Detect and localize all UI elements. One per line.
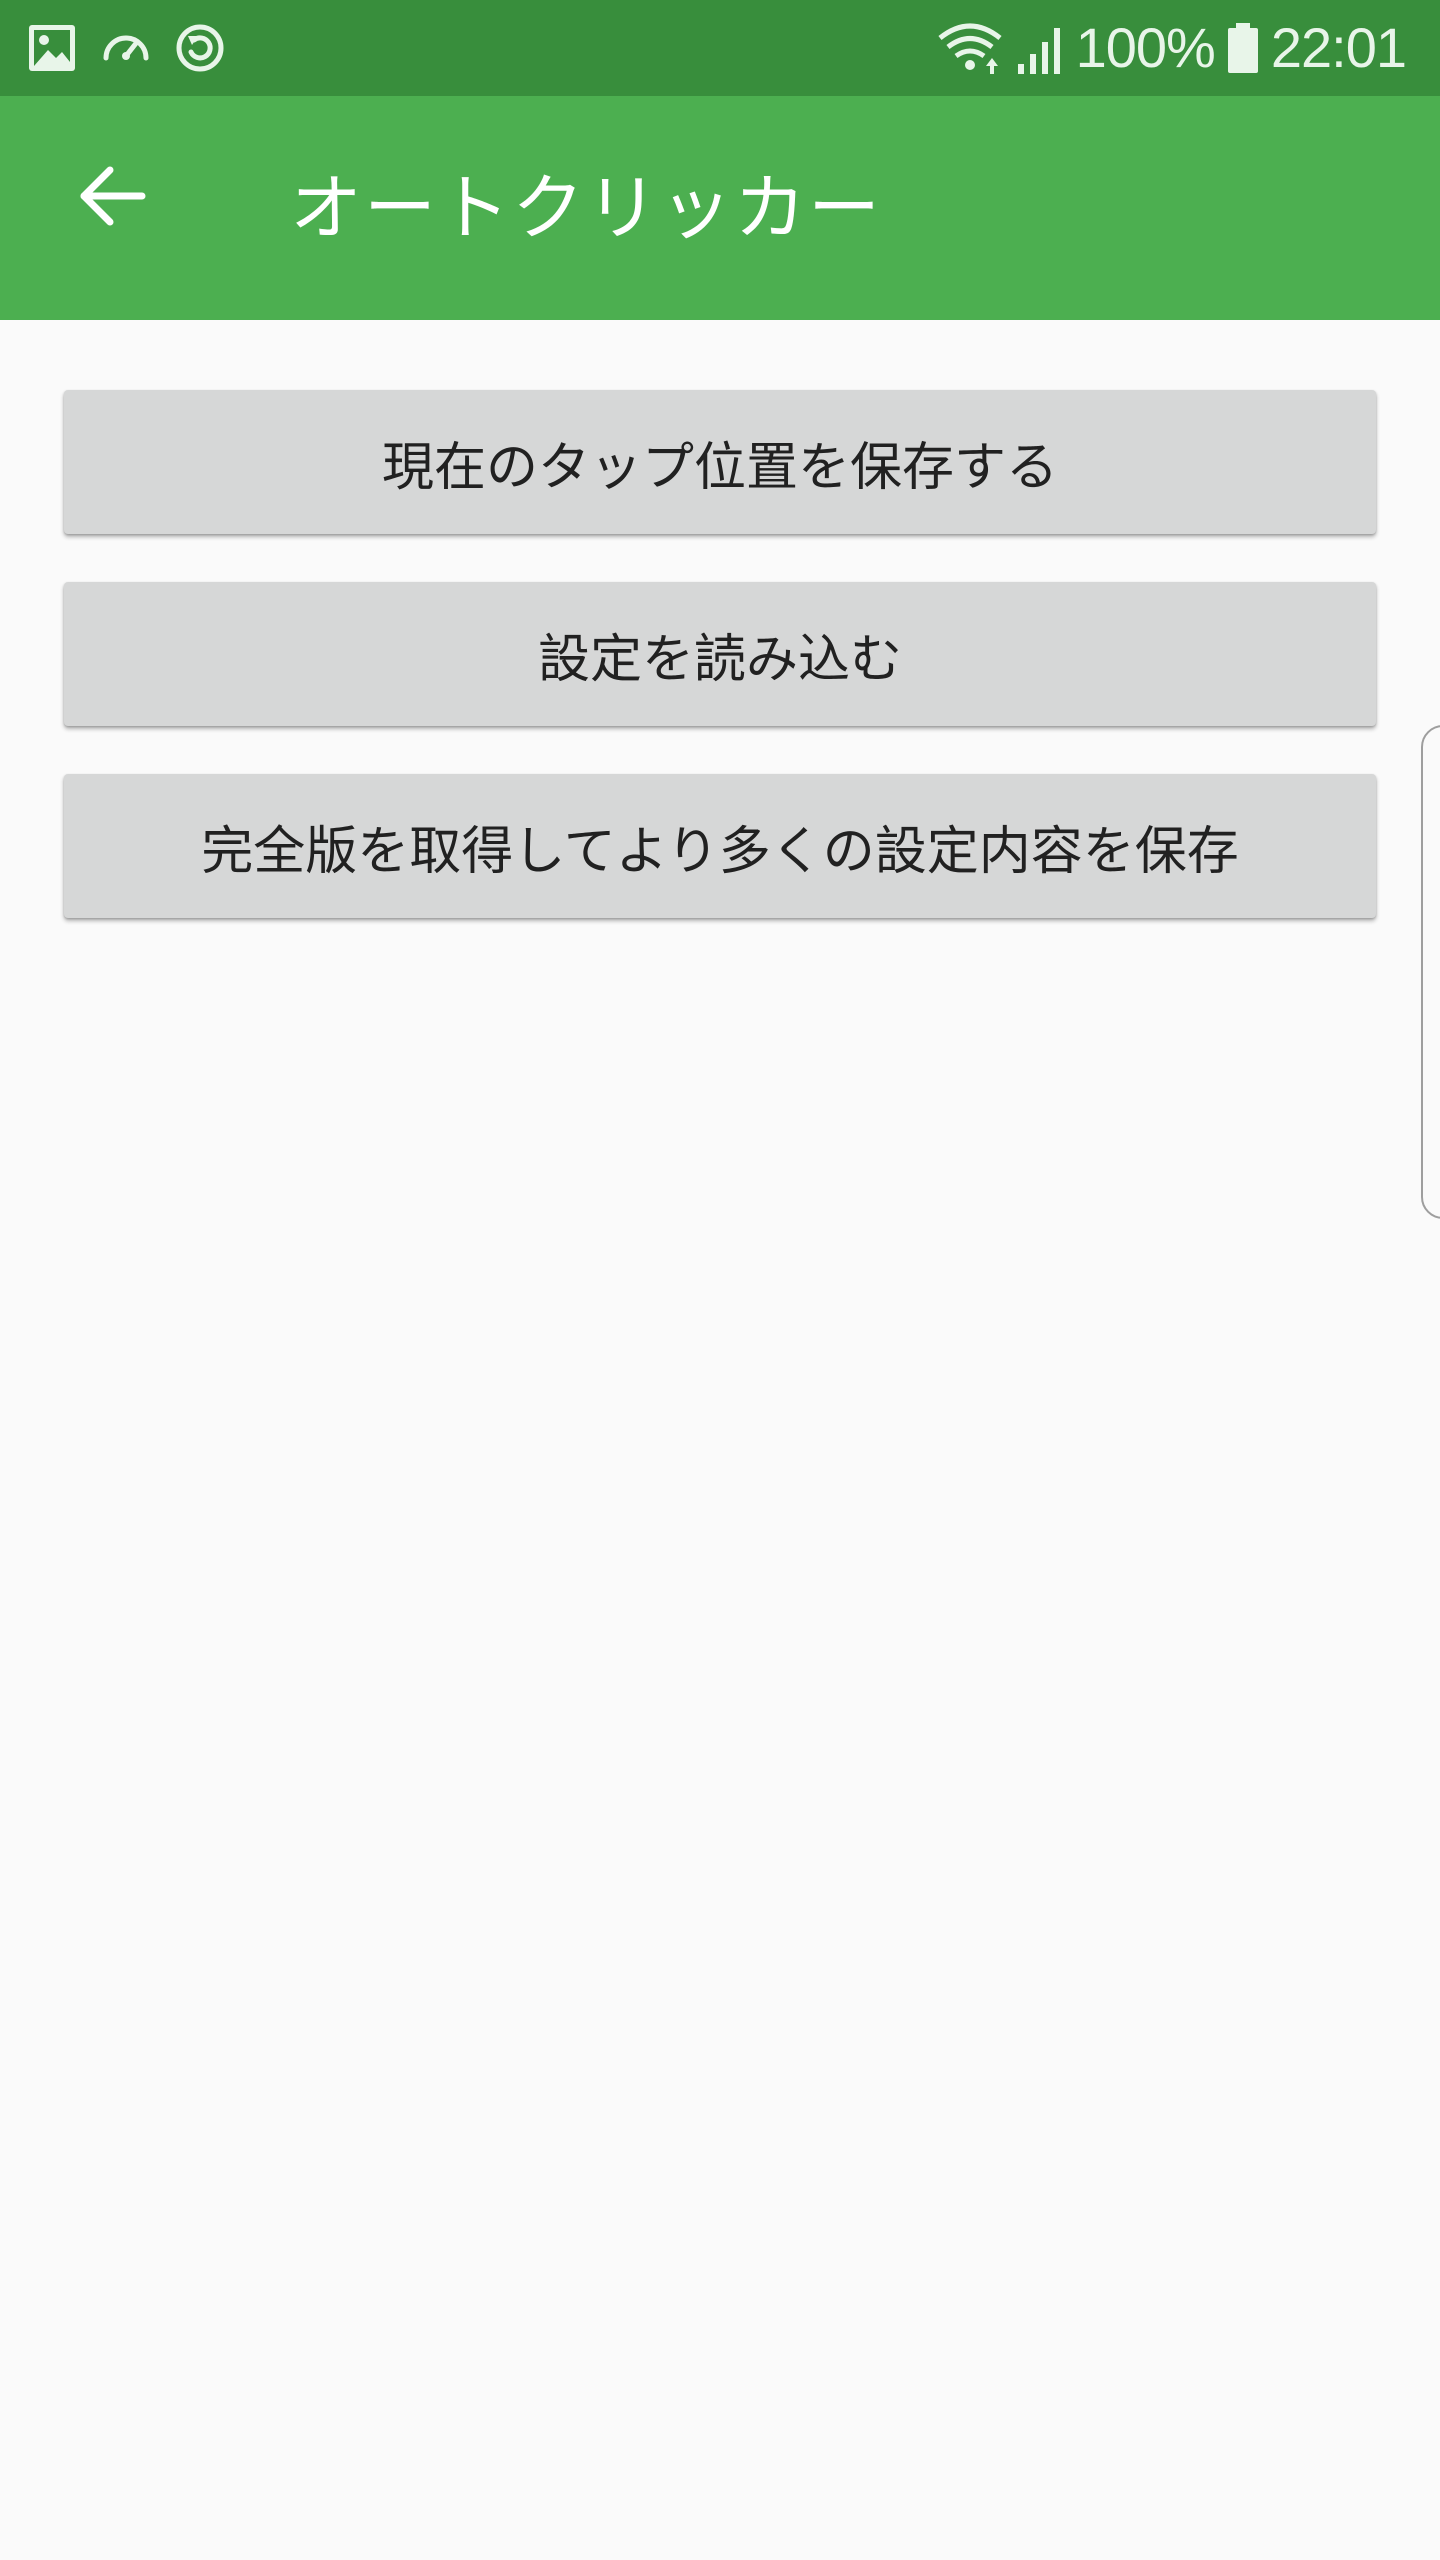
edge-panel-handle[interactable] [1421, 725, 1440, 1219]
back-button[interactable] [60, 144, 164, 248]
wifi-icon [938, 23, 1002, 74]
get-full-version-button[interactable]: 完全版を取得してより多くの設定内容を保存 [64, 774, 1376, 918]
battery-icon [1227, 23, 1258, 73]
image-icon [29, 25, 75, 71]
system-status: 100% 22:01 [936, 0, 1407, 96]
app-bar: オートクリッカー [0, 96, 1440, 320]
load-settings-button[interactable]: 設定を読み込む [64, 582, 1376, 726]
sync-circle-icon [176, 24, 224, 72]
signal-icon [1017, 28, 1060, 74]
arrow-left-icon [80, 166, 146, 226]
battery-percentage: 100% [1075, 16, 1216, 79]
speedometer-icon [103, 35, 149, 61]
status-bar: 100% 22:01 [0, 0, 1440, 96]
clock: 22:01 [1270, 16, 1407, 79]
notification-icons [26, 0, 226, 96]
save-tap-position-button[interactable]: 現在のタップ位置を保存する [64, 390, 1376, 534]
page-title: オートクリッカー [290, 166, 883, 250]
